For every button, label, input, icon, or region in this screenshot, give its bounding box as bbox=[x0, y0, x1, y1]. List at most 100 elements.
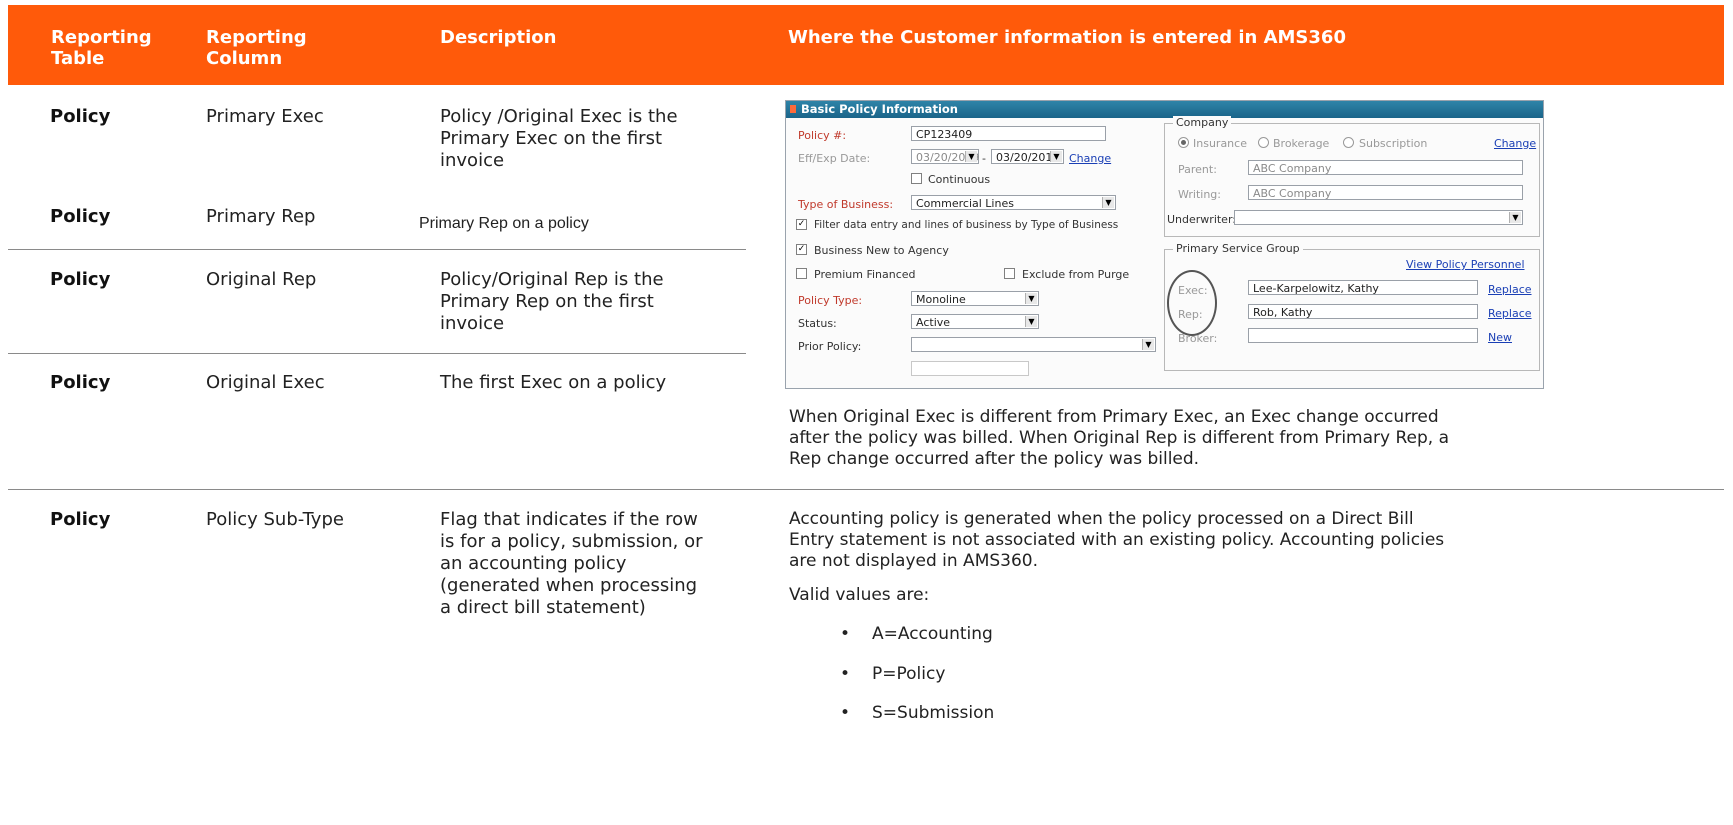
radio-insurance-label: Insurance bbox=[1193, 137, 1247, 150]
row5-description: Flag that indicates if the row is for a … bbox=[440, 509, 703, 619]
desc-line: is for a policy, submission, or bbox=[440, 531, 703, 552]
note-line: after the policy was billed. When Origin… bbox=[789, 428, 1449, 448]
desc-line: (generated when processing bbox=[440, 575, 698, 596]
row2-description: Primary Rep on a policy bbox=[419, 215, 589, 232]
parent-label: Parent: bbox=[1178, 163, 1217, 176]
row4-table: Policy bbox=[50, 372, 111, 393]
continuous-checkbox[interactable] bbox=[911, 173, 922, 184]
radio-insurance[interactable] bbox=[1178, 137, 1189, 148]
ams360-policy-screenshot: Basic Policy Information Policy #: CP123… bbox=[785, 100, 1544, 389]
chevron-down-icon[interactable]: ▼ bbox=[1025, 293, 1037, 304]
header-text: Column bbox=[206, 48, 283, 69]
desc-line: invoice bbox=[440, 150, 505, 171]
chevron-down-icon[interactable]: ▼ bbox=[1142, 339, 1154, 350]
panel-body: Policy #: CP123409 Eff/Exp Date: 03/20/2… bbox=[786, 116, 1543, 388]
underwriter-select[interactable]: ▼ bbox=[1234, 210, 1523, 225]
desc-line: invoice bbox=[440, 313, 505, 334]
highlight-circle bbox=[1167, 270, 1217, 336]
view-policy-personnel-link[interactable]: View Policy Personnel bbox=[1406, 258, 1525, 271]
prior-policy-select[interactable]: ▼ bbox=[911, 337, 1156, 352]
writing-label: Writing: bbox=[1178, 188, 1221, 201]
status-select[interactable]: Active ▼ bbox=[911, 314, 1039, 329]
status-value: Active bbox=[916, 316, 951, 329]
desc-line: a direct bill statement) bbox=[440, 597, 646, 618]
status-label: Status: bbox=[798, 317, 837, 330]
type-of-business-value: Commercial Lines bbox=[916, 197, 1014, 210]
header-text: Reporting bbox=[51, 27, 152, 48]
desc-line: Policy /Original Exec is the bbox=[440, 106, 678, 127]
header-reporting-table: Reporting Table bbox=[51, 27, 152, 69]
radio-subscription[interactable] bbox=[1343, 137, 1354, 148]
writing-input[interactable]: ABC Company bbox=[1248, 185, 1523, 200]
note-line: When Original Exec is different from Pri… bbox=[789, 407, 1439, 427]
radio-subscription-label: Subscription bbox=[1359, 137, 1428, 150]
rep-input[interactable]: Rob, Kathy bbox=[1248, 304, 1478, 319]
radio-brokerage[interactable] bbox=[1258, 137, 1269, 148]
company-legend: Company bbox=[1173, 116, 1232, 129]
header-where-entered: Where the Customer information is entere… bbox=[788, 27, 1346, 48]
row1-column: Primary Exec bbox=[206, 106, 324, 127]
row5-table: Policy bbox=[50, 509, 111, 530]
filter-checkbox[interactable]: ✓ bbox=[796, 219, 807, 230]
row3-description: Policy/Original Rep is the Primary Rep o… bbox=[440, 269, 664, 335]
type-of-business-label: Type of Business: bbox=[798, 198, 894, 211]
policy-type-select[interactable]: Monoline ▼ bbox=[911, 291, 1039, 306]
header-text: Table bbox=[51, 48, 105, 69]
chevron-down-icon[interactable]: ▼ bbox=[1102, 197, 1114, 208]
chevron-down-icon[interactable]: ▼ bbox=[1025, 316, 1037, 327]
note-exec-rep-change: When Original Exec is different from Pri… bbox=[789, 407, 1449, 470]
panel-title-bar: Basic Policy Information bbox=[786, 101, 1543, 118]
policy-number-label: Policy #: bbox=[798, 129, 847, 142]
exclude-purge-label: Exclude from Purge bbox=[1022, 268, 1130, 281]
row3-column: Original Rep bbox=[206, 269, 317, 290]
panel-title: Basic Policy Information bbox=[801, 102, 958, 116]
valid-value-text: S=Submission bbox=[872, 703, 995, 723]
broker-new-link[interactable]: New bbox=[1488, 331, 1512, 344]
parent-input[interactable]: ABC Company bbox=[1248, 160, 1523, 175]
desc-line: Primary Exec on the first bbox=[440, 128, 663, 149]
row5-column: Policy Sub-Type bbox=[206, 509, 344, 530]
note-accounting: Accounting policy is generated when the … bbox=[789, 509, 1444, 572]
new-to-agency-label: Business New to Agency bbox=[814, 244, 949, 257]
note-line: Accounting policy is generated when the … bbox=[789, 509, 1414, 529]
bullet-icon: • bbox=[840, 703, 851, 723]
table-header: Reporting Table Reporting Column Descrip… bbox=[8, 5, 1724, 85]
row3-table: Policy bbox=[50, 269, 111, 290]
desc-line: Policy/Original Rep is the bbox=[440, 269, 664, 290]
exp-date-input[interactable]: 03/20/2010 ▼ bbox=[991, 149, 1064, 164]
underwriter-label: Underwriter: bbox=[1167, 213, 1236, 226]
eff-date-input[interactable]: 03/20/2009 ▼ bbox=[911, 149, 979, 164]
premium-financed-checkbox[interactable] bbox=[796, 268, 807, 279]
chevron-down-icon[interactable]: ▼ bbox=[1050, 151, 1062, 162]
bullet-icon: • bbox=[840, 624, 851, 644]
desc-line: Flag that indicates if the row bbox=[440, 509, 698, 530]
collapse-icon bbox=[790, 105, 796, 113]
chevron-down-icon[interactable]: ▼ bbox=[1509, 212, 1521, 223]
exec-replace-link[interactable]: Replace bbox=[1488, 283, 1532, 296]
continuous-label: Continuous bbox=[928, 173, 991, 186]
chevron-down-icon[interactable]: ▼ bbox=[965, 151, 977, 162]
exec-input[interactable]: Lee-Karpelowitz, Kathy bbox=[1248, 280, 1478, 295]
row1-table: Policy bbox=[50, 106, 111, 127]
row-divider bbox=[8, 489, 1724, 490]
bullet-icon: • bbox=[840, 664, 851, 684]
policy-number-input[interactable]: CP123409 bbox=[911, 126, 1106, 141]
row-divider bbox=[8, 249, 746, 250]
exclude-purge-checkbox[interactable] bbox=[1004, 268, 1015, 279]
row4-description: The first Exec on a policy bbox=[440, 372, 667, 393]
policy-type-label: Policy Type: bbox=[798, 294, 863, 307]
rep-replace-link[interactable]: Replace bbox=[1488, 307, 1532, 320]
valid-value-text: P=Policy bbox=[872, 664, 946, 684]
row4-column: Original Exec bbox=[206, 372, 325, 393]
new-to-agency-checkbox[interactable]: ✓ bbox=[796, 244, 807, 255]
desc-line: Primary Rep on the first bbox=[440, 291, 654, 312]
broker-input[interactable] bbox=[1248, 328, 1478, 343]
effexp-date-label: Eff/Exp Date: bbox=[798, 152, 871, 165]
row1-description: Policy /Original Exec is the Primary Exe… bbox=[440, 106, 678, 172]
desc-line: an accounting policy bbox=[440, 553, 627, 574]
type-of-business-select[interactable]: Commercial Lines ▼ bbox=[911, 195, 1116, 210]
row2-table: Policy bbox=[50, 206, 111, 227]
date-change-link[interactable]: Change bbox=[1069, 152, 1111, 165]
partial-input bbox=[911, 361, 1029, 376]
company-change-link[interactable]: Change bbox=[1494, 137, 1536, 150]
